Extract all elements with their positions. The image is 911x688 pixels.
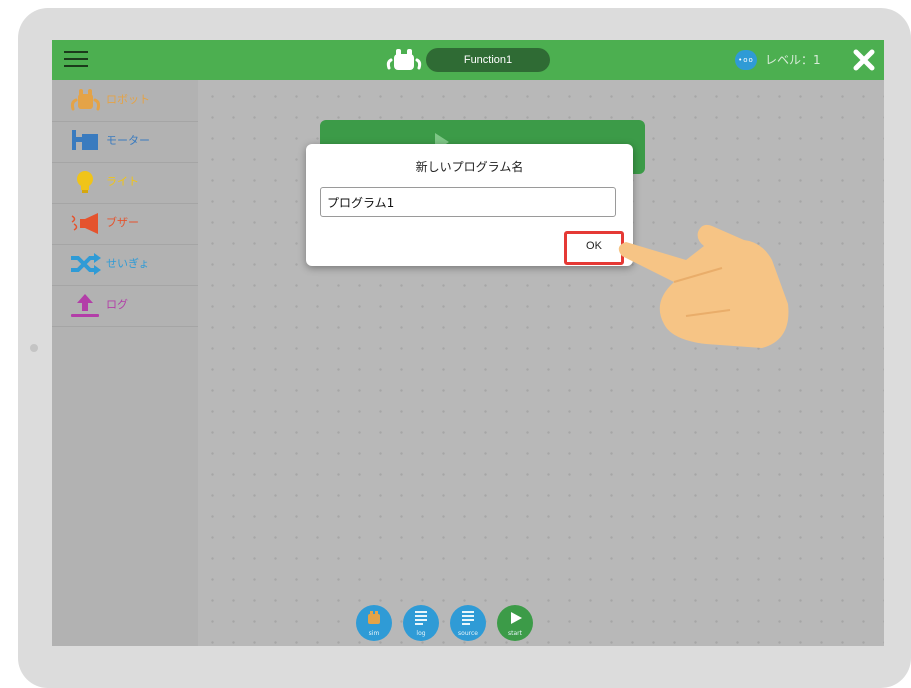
source-document-icon <box>462 611 474 625</box>
source-label: source <box>458 630 478 637</box>
sidebar-item-label: ロボット <box>106 93 150 106</box>
program-name-input[interactable] <box>320 187 616 217</box>
close-icon[interactable] <box>851 46 877 74</box>
sidebar-item-control[interactable]: せいぎょ <box>52 244 198 286</box>
shuffle-icon <box>71 253 101 275</box>
sim-robot-icon <box>368 611 380 624</box>
sidebar-item-label: ブザー <box>106 216 139 229</box>
sidebar-item-label: ログ <box>106 298 128 311</box>
sidebar-item-label: せいぎょ <box>106 257 150 270</box>
sim-button[interactable]: sim <box>356 605 392 641</box>
sidebar-item-light[interactable]: ライト <box>52 162 198 204</box>
block-category-sidebar: ロボット モーター ライト ブザー せいぎょ ログ <box>52 80 198 646</box>
lightbulb-icon <box>77 171 93 193</box>
home-indicator <box>30 344 38 352</box>
upload-log-icon <box>71 294 99 317</box>
level-indicator: レベル：1 <box>765 53 821 67</box>
sidebar-item-buzzer[interactable]: ブザー <box>52 203 198 245</box>
sidebar-item-motor[interactable]: モーター <box>52 121 198 163</box>
hamburger-menu-icon[interactable] <box>64 49 88 69</box>
play-icon <box>511 612 522 624</box>
sidebar-item-label: ライト <box>106 175 139 188</box>
robot-icon <box>70 89 101 111</box>
document-icon <box>415 611 427 625</box>
source-button[interactable]: source <box>450 605 486 641</box>
robot-logo-icon <box>386 49 422 70</box>
function-name-pill[interactable]: Function1 <box>426 48 550 72</box>
start-button[interactable]: start <box>497 605 533 641</box>
motor-icon <box>72 130 98 150</box>
sidebar-item-label: モーター <box>106 134 150 147</box>
log-button[interactable]: log <box>403 605 439 641</box>
log-label: log <box>416 630 426 637</box>
sim-label: sim <box>368 630 380 637</box>
sidebar-item-robot[interactable]: ロボット <box>52 80 198 122</box>
level-badge-icon: •oo <box>735 50 757 70</box>
buzzer-icon <box>71 213 98 234</box>
sidebar-item-log[interactable]: ログ <box>52 285 198 327</box>
start-label: start <box>508 630 522 637</box>
dialog-title: 新しいプログラム名 <box>415 160 524 174</box>
pointing-hand-icon <box>618 224 789 348</box>
top-bar: Function1 •oo レベル：1 <box>52 40 884 80</box>
